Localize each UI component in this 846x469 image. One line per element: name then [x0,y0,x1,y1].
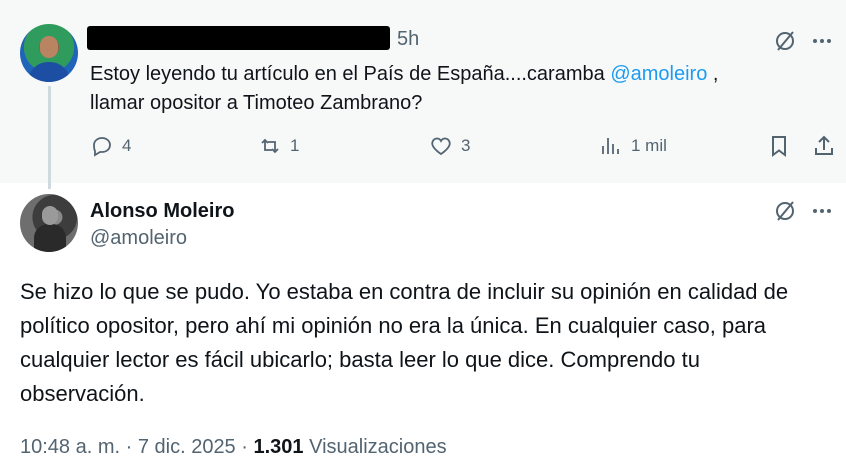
parent-avatar[interactable] [20,24,78,82]
parent-text-part: Estoy leyendo tu artículo en el País de … [90,63,611,85]
like-count: 3 [461,136,471,155]
share-icon[interactable] [812,134,836,163]
tweet-timestamp[interactable]: 10:48 a. m. · 7 dic. 2025 · [20,436,253,458]
retweet-action[interactable]: 1 [258,133,299,159]
heart-icon [431,137,451,156]
reply-avatar[interactable] [20,194,78,252]
avatar-shirt [28,62,70,82]
retweet-icon [261,138,279,154]
parent-time[interactable]: 5h [397,26,419,52]
views-label: Visualizaciones [303,436,447,458]
reply-text: Se hizo lo que se pudo. Yo estaba en con… [20,279,789,406]
bookmark-icon[interactable] [767,134,791,163]
like-action[interactable]: 3 [429,133,470,159]
avatar-head [42,206,58,225]
retweet-count: 1 [290,136,300,155]
reply-count: 4 [122,136,132,155]
avatar-face [40,36,58,58]
reply-icon [93,137,111,157]
avatar-body [34,224,66,252]
views-icon [602,138,619,154]
more-icon[interactable] [810,29,834,58]
more-icon[interactable] [810,199,834,228]
grok-slash-icon[interactable] [773,29,797,58]
parent-tweet[interactable]: 5h Estoy leyendo tu artículo en el País … [0,0,846,189]
parent-text: Estoy leyendo tu artículo en el País de … [90,60,790,118]
reply-author-name[interactable]: Alonso Moleiro [90,198,234,224]
reply-action[interactable]: 4 [90,133,131,159]
views-count: 1 mil [631,136,667,155]
tweet-metadata: 10:48 a. m. · 7 dic. 2025 · 1.301 Visual… [20,434,447,460]
reply-author-handle[interactable]: @amoleiro [90,225,187,251]
thread-line [48,86,51,189]
grok-slash-icon[interactable] [773,199,797,228]
views-action[interactable]: 1 mil [599,133,667,159]
views-total: 1.301 [253,436,304,458]
redacted-author [87,26,390,50]
mention-link[interactable]: @amoleiro [610,63,707,85]
